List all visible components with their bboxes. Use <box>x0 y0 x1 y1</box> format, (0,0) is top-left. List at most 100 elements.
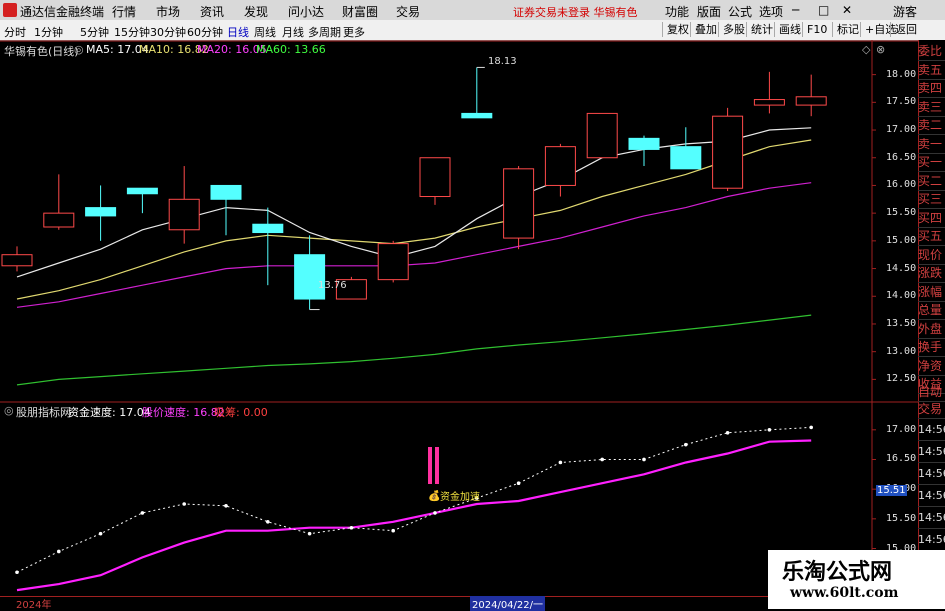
menu-market[interactable]: 市场 <box>156 3 180 20</box>
side-item[interactable]: 买一 <box>918 153 945 172</box>
menu-options[interactable]: 选项 <box>759 3 783 20</box>
menu-quote[interactable]: 行情 <box>112 3 136 20</box>
watermark: 乐淘公式网 www.60lt.com <box>768 550 945 609</box>
side-item[interactable]: 卖一 <box>918 135 945 154</box>
candle-body <box>544 146 576 186</box>
menu-wealth[interactable]: 财富圈 <box>342 3 378 20</box>
candle-body <box>43 212 75 228</box>
fund-speed-point <box>558 460 563 465</box>
multi-stock-button[interactable]: 多股 <box>718 22 749 37</box>
back-button[interactable]: 返回 <box>890 22 921 37</box>
y-tick-label: 14.50 <box>886 262 917 274</box>
period-1min[interactable]: 1分钟 <box>34 24 63 40</box>
high-price-label: 18.13 <box>488 56 517 67</box>
time-field: 14:56 <box>918 420 945 441</box>
side-item[interactable]: 外盘 <box>918 320 945 339</box>
maximize-icon[interactable]: □ <box>818 3 829 17</box>
side-item[interactable]: 委比 <box>918 42 945 61</box>
side-item[interactable]: 买五 <box>918 227 945 246</box>
side-item[interactable]: 买三 <box>918 190 945 209</box>
fund-speed-point <box>224 503 228 508</box>
stats-button[interactable]: 统计 <box>746 22 777 37</box>
fund-speed-point <box>266 520 270 524</box>
mark-button[interactable]: 标记 <box>832 22 863 37</box>
period-multi[interactable]: 多周期 <box>308 24 341 40</box>
fund-speed-point <box>725 430 730 435</box>
side-item[interactable]: 涨幅 <box>918 283 945 302</box>
period-toolbar: 分时 1分钟 5分钟 15分钟 30分钟 60分钟 日线 周线 月线 多周期 更… <box>0 20 945 41</box>
side-item[interactable]: 净资 <box>918 357 945 376</box>
sub-y-tick-label: 16.50 <box>886 453 917 465</box>
side-bottom-item[interactable]: 交易 <box>918 401 945 419</box>
settings-icon[interactable]: ◎ <box>74 43 84 56</box>
side-item[interactable]: 涨跌 <box>918 264 945 283</box>
side-item[interactable]: 现价 <box>918 246 945 265</box>
candle-body <box>795 96 827 106</box>
login-warning: 证券交易未登录 华锡有色 <box>513 6 638 19</box>
side-item[interactable]: 卖二 <box>918 116 945 135</box>
time-field: 14:56 <box>918 486 945 507</box>
chart-title: 华锡有色(日线) <box>4 45 79 58</box>
app-logo-icon <box>3 3 17 17</box>
side-item[interactable]: 买二 <box>918 172 945 191</box>
fund-speed-point <box>307 531 312 536</box>
menu-discover[interactable]: 发现 <box>244 3 268 20</box>
period-30min[interactable]: 30分钟 <box>150 24 186 40</box>
menu-trade[interactable]: 交易 <box>396 3 420 20</box>
f10-button[interactable]: F10 <box>802 22 831 37</box>
period-60min[interactable]: 60分钟 <box>187 24 223 40</box>
side-item[interactable]: 卖五 <box>918 61 945 80</box>
watermark-title: 乐淘公式网 <box>782 560 893 585</box>
fund-speed-label: 资金速度: 17.04 <box>68 406 151 419</box>
period-weekly[interactable]: 周线 <box>254 24 276 40</box>
menu-ask[interactable]: 问小达 <box>288 3 324 20</box>
fund-speed-point <box>809 425 813 430</box>
y-tick-label: 14.00 <box>886 290 917 302</box>
y-tick-label: 16.00 <box>886 179 917 191</box>
period-more[interactable]: 更多 <box>343 24 365 40</box>
period-tick[interactable]: 分时 <box>4 24 26 40</box>
fund-speed-point <box>684 442 688 447</box>
period-daily[interactable]: 日线 <box>227 24 249 40</box>
sub-settings-icon[interactable]: ◎ <box>4 404 14 417</box>
side-bottom-item[interactable]: 自动 <box>918 384 945 402</box>
candle-body <box>712 115 744 189</box>
overlay-button[interactable]: 叠加 <box>690 22 721 37</box>
menu-news[interactable]: 资讯 <box>200 3 224 20</box>
y-tick-label: 13.50 <box>886 317 917 329</box>
signal-bar <box>428 447 432 484</box>
side-item[interactable]: 买四 <box>918 209 945 228</box>
ma60-label: MA60: 13.66 <box>256 43 326 56</box>
fund-speed-point <box>98 531 103 536</box>
candle-body <box>503 168 535 239</box>
side-item[interactable]: 总量 <box>918 301 945 320</box>
money-bag-icon: 💰 <box>428 491 441 502</box>
guest-label[interactable]: 游客 <box>893 3 917 20</box>
y-tick-label: 16.50 <box>886 151 917 163</box>
chart-close-icon[interactable]: ⊗ <box>876 43 885 56</box>
period-15min[interactable]: 15分钟 <box>114 24 150 40</box>
diamond-icon[interactable]: ◇ <box>862 43 870 56</box>
y-tick-label: 17.50 <box>886 96 917 108</box>
price-speed-label: 股价速度: 16.82 <box>142 406 225 419</box>
candle-body <box>252 223 284 234</box>
adjust-button[interactable]: 复权 <box>662 22 693 37</box>
side-item[interactable]: 卖四 <box>918 79 945 98</box>
candle-body <box>126 187 158 195</box>
period-5min[interactable]: 5分钟 <box>80 24 109 40</box>
side-item[interactable]: 卖三 <box>918 98 945 117</box>
sub-y-tick-label: 17.00 <box>886 423 917 435</box>
menu-layout[interactable]: 版面 <box>697 3 721 20</box>
side-item[interactable]: 换手 <box>918 338 945 357</box>
y-tick-label: 13.00 <box>886 345 917 357</box>
period-monthly[interactable]: 月线 <box>282 24 304 40</box>
fund-speed-point <box>516 481 521 486</box>
menu-formula[interactable]: 公式 <box>728 3 752 20</box>
current-value-badge: 15.51 <box>876 485 907 496</box>
close-icon[interactable]: ✕ <box>842 3 852 17</box>
menu-function[interactable]: 功能 <box>665 3 689 20</box>
draw-button[interactable]: 画线 <box>774 22 805 37</box>
fund-speed-line <box>16 426 812 573</box>
kline-chart[interactable] <box>0 40 918 609</box>
minimize-icon[interactable]: ─ <box>792 3 799 17</box>
